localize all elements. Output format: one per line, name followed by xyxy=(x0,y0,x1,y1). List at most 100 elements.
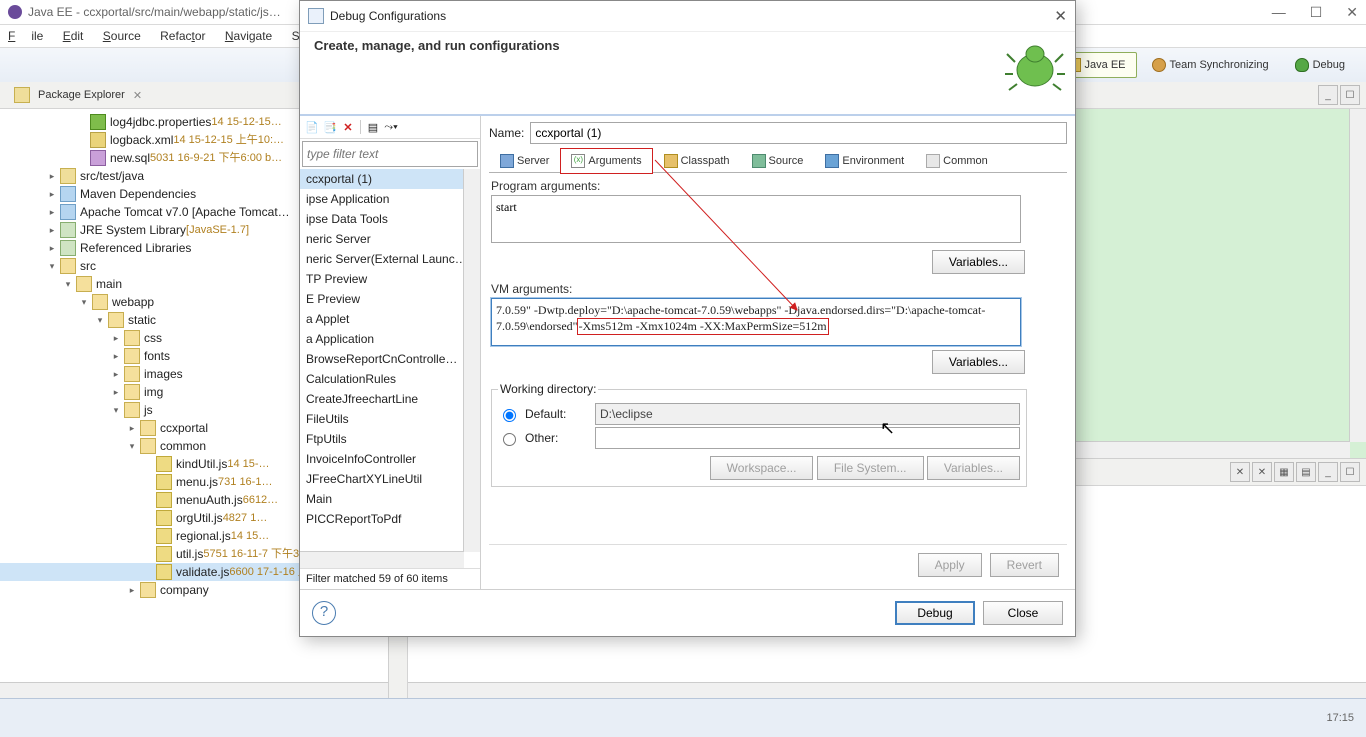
delete-config-button[interactable]: ✕ xyxy=(340,119,356,135)
new-config-button[interactable]: 📄 xyxy=(304,119,320,135)
collapse-config-button[interactable]: ▤ xyxy=(365,119,381,135)
tree-node-icon xyxy=(90,132,106,148)
tab-arguments[interactable]: (x)Arguments xyxy=(560,148,652,174)
menu-source[interactable]: Source xyxy=(103,29,141,43)
config-list-item[interactable]: E Preview xyxy=(300,289,480,309)
config-list-item[interactable]: ccxportal (1) xyxy=(300,169,480,189)
menu-refactor[interactable]: Refactor xyxy=(160,29,205,43)
tree-twistie[interactable]: ▸ xyxy=(110,329,122,347)
wd-variables-button[interactable]: Variables... xyxy=(927,456,1020,480)
tree-twistie[interactable]: ▸ xyxy=(126,581,138,599)
menu-navigate[interactable]: Navigate xyxy=(225,29,272,43)
tab-common[interactable]: Common xyxy=(915,148,999,173)
program-arguments-textarea[interactable] xyxy=(491,195,1021,243)
config-list-item[interactable]: BrowseReportCnControlle… xyxy=(300,349,480,369)
tree-twistie[interactable]: ▸ xyxy=(46,239,58,257)
tree-node-label: validate.js xyxy=(176,563,229,581)
config-list-item[interactable]: neric Server(External Launc… xyxy=(300,249,480,269)
wd-default-radio[interactable] xyxy=(503,409,516,422)
tab-classpath[interactable]: Classpath xyxy=(653,148,741,173)
tree-node-label: log4jdbc.properties xyxy=(110,113,211,131)
config-list-h-scroll[interactable] xyxy=(300,551,464,568)
revert-button[interactable]: Revert xyxy=(990,553,1059,577)
tree-twistie[interactable]: ▾ xyxy=(78,293,90,311)
config-list-item[interactable]: CalculationRules xyxy=(300,369,480,389)
config-list-item[interactable]: TP Preview xyxy=(300,269,480,289)
duplicate-config-button[interactable]: 📑 xyxy=(322,119,338,135)
debug-button[interactable]: Debug xyxy=(895,601,975,625)
perspective-sync[interactable]: Team Synchronizing xyxy=(1141,52,1280,78)
config-filter-input[interactable] xyxy=(302,141,478,167)
tree-twistie[interactable]: ▸ xyxy=(46,221,58,239)
tab-server[interactable]: Server xyxy=(489,148,560,173)
config-list-item[interactable]: a Application xyxy=(300,329,480,349)
console-h-scrollbar[interactable] xyxy=(408,682,1366,699)
config-list-item[interactable]: CreateJfreechartLine xyxy=(300,389,480,409)
tree-node-icon xyxy=(124,384,140,400)
bottom-maximize-button[interactable]: ☐ xyxy=(1340,462,1360,482)
window-minimize[interactable]: — xyxy=(1272,0,1286,24)
dialog-banner: Create, manage, and run configurations xyxy=(300,32,1075,116)
config-list-item[interactable]: PICCReportToPdf xyxy=(300,509,480,529)
tab-classpath-label: Classpath xyxy=(681,155,730,167)
dialog-titlebar[interactable]: Debug Configurations ✕ xyxy=(300,1,1075,32)
bottom-toolbar-btn-3[interactable]: ▦ xyxy=(1274,462,1294,482)
filter-menu-button[interactable]: ⤳▾ xyxy=(383,119,399,135)
apply-button[interactable]: Apply xyxy=(918,553,982,577)
tree-twistie[interactable]: ▾ xyxy=(46,257,58,275)
bottom-toolbar-btn-4[interactable]: ▤ xyxy=(1296,462,1316,482)
close-button[interactable]: Close xyxy=(983,601,1063,625)
bottom-toolbar-btn-2[interactable]: ✕ xyxy=(1252,462,1272,482)
wd-other-radio[interactable] xyxy=(503,433,516,446)
tree-node-label: fonts xyxy=(144,347,170,365)
tree-twistie[interactable]: ▸ xyxy=(46,203,58,221)
menu-file[interactable]: File xyxy=(8,29,43,43)
tree-twistie[interactable]: ▾ xyxy=(62,275,74,293)
window-maximize[interactable]: ☐ xyxy=(1310,0,1323,24)
vm-args-variables-button[interactable]: Variables... xyxy=(932,350,1025,374)
window-close[interactable]: ✕ xyxy=(1346,0,1358,24)
tree-node-icon xyxy=(156,528,172,544)
package-explorer-tab[interactable]: Package Explorer ✕ xyxy=(6,82,150,108)
perspective-debug[interactable]: Debug xyxy=(1284,52,1356,78)
tree-twistie[interactable]: ▾ xyxy=(126,437,138,455)
tree-twistie[interactable]: ▸ xyxy=(126,419,138,437)
vm-arguments-textarea[interactable]: 7.0.59" -Dwtp.deploy="D:\apache-tomcat-7… xyxy=(491,298,1021,346)
wd-other-input[interactable] xyxy=(595,427,1020,449)
help-icon[interactable]: ? xyxy=(312,601,336,625)
config-list-item[interactable]: FtpUtils xyxy=(300,429,480,449)
config-list-item[interactable]: ipse Data Tools xyxy=(300,209,480,229)
tree-h-scrollbar[interactable] xyxy=(0,682,388,699)
config-list[interactable]: ccxportal (1)ipse Applicationipse Data T… xyxy=(300,169,480,568)
editor-maximize-button[interactable]: ☐ xyxy=(1340,85,1360,105)
tab-source[interactable]: Source xyxy=(741,148,815,173)
config-list-item[interactable]: ipse Application xyxy=(300,189,480,209)
tree-twistie[interactable]: ▾ xyxy=(110,401,122,419)
config-list-item[interactable]: InvoiceInfoController xyxy=(300,449,480,469)
tree-node-label: JRE System Library xyxy=(80,221,186,239)
close-icon[interactable]: ✕ xyxy=(133,89,142,102)
config-list-item[interactable]: Main xyxy=(300,489,480,509)
tree-twistie[interactable]: ▸ xyxy=(46,167,58,185)
tree-twistie[interactable]: ▸ xyxy=(110,347,122,365)
tree-twistie[interactable]: ▸ xyxy=(110,383,122,401)
config-list-item[interactable]: JFreeChartXYLineUtil xyxy=(300,469,480,489)
bottom-minimize-button[interactable]: _ xyxy=(1318,462,1338,482)
tree-twistie[interactable]: ▾ xyxy=(94,311,106,329)
bottom-toolbar-btn-1[interactable]: ✕ xyxy=(1230,462,1250,482)
file-system-button[interactable]: File System... xyxy=(817,456,924,480)
editor-v-scrollbar[interactable] xyxy=(1349,109,1366,442)
config-list-v-scroll[interactable] xyxy=(463,169,480,552)
config-list-item[interactable]: FileUtils xyxy=(300,409,480,429)
tree-twistie[interactable]: ▸ xyxy=(110,365,122,383)
workspace-button[interactable]: Workspace... xyxy=(710,456,814,480)
program-args-variables-button[interactable]: Variables... xyxy=(932,250,1025,274)
dialog-close-icon[interactable]: ✕ xyxy=(1054,7,1067,25)
config-list-item[interactable]: a Applet xyxy=(300,309,480,329)
tree-twistie[interactable]: ▸ xyxy=(46,185,58,203)
tab-environment[interactable]: Environment xyxy=(814,148,915,173)
editor-minimize-button[interactable]: _ xyxy=(1318,85,1338,105)
config-list-item[interactable]: neric Server xyxy=(300,229,480,249)
menu-edit[interactable]: Edit xyxy=(63,29,84,43)
config-name-input[interactable] xyxy=(530,122,1067,144)
